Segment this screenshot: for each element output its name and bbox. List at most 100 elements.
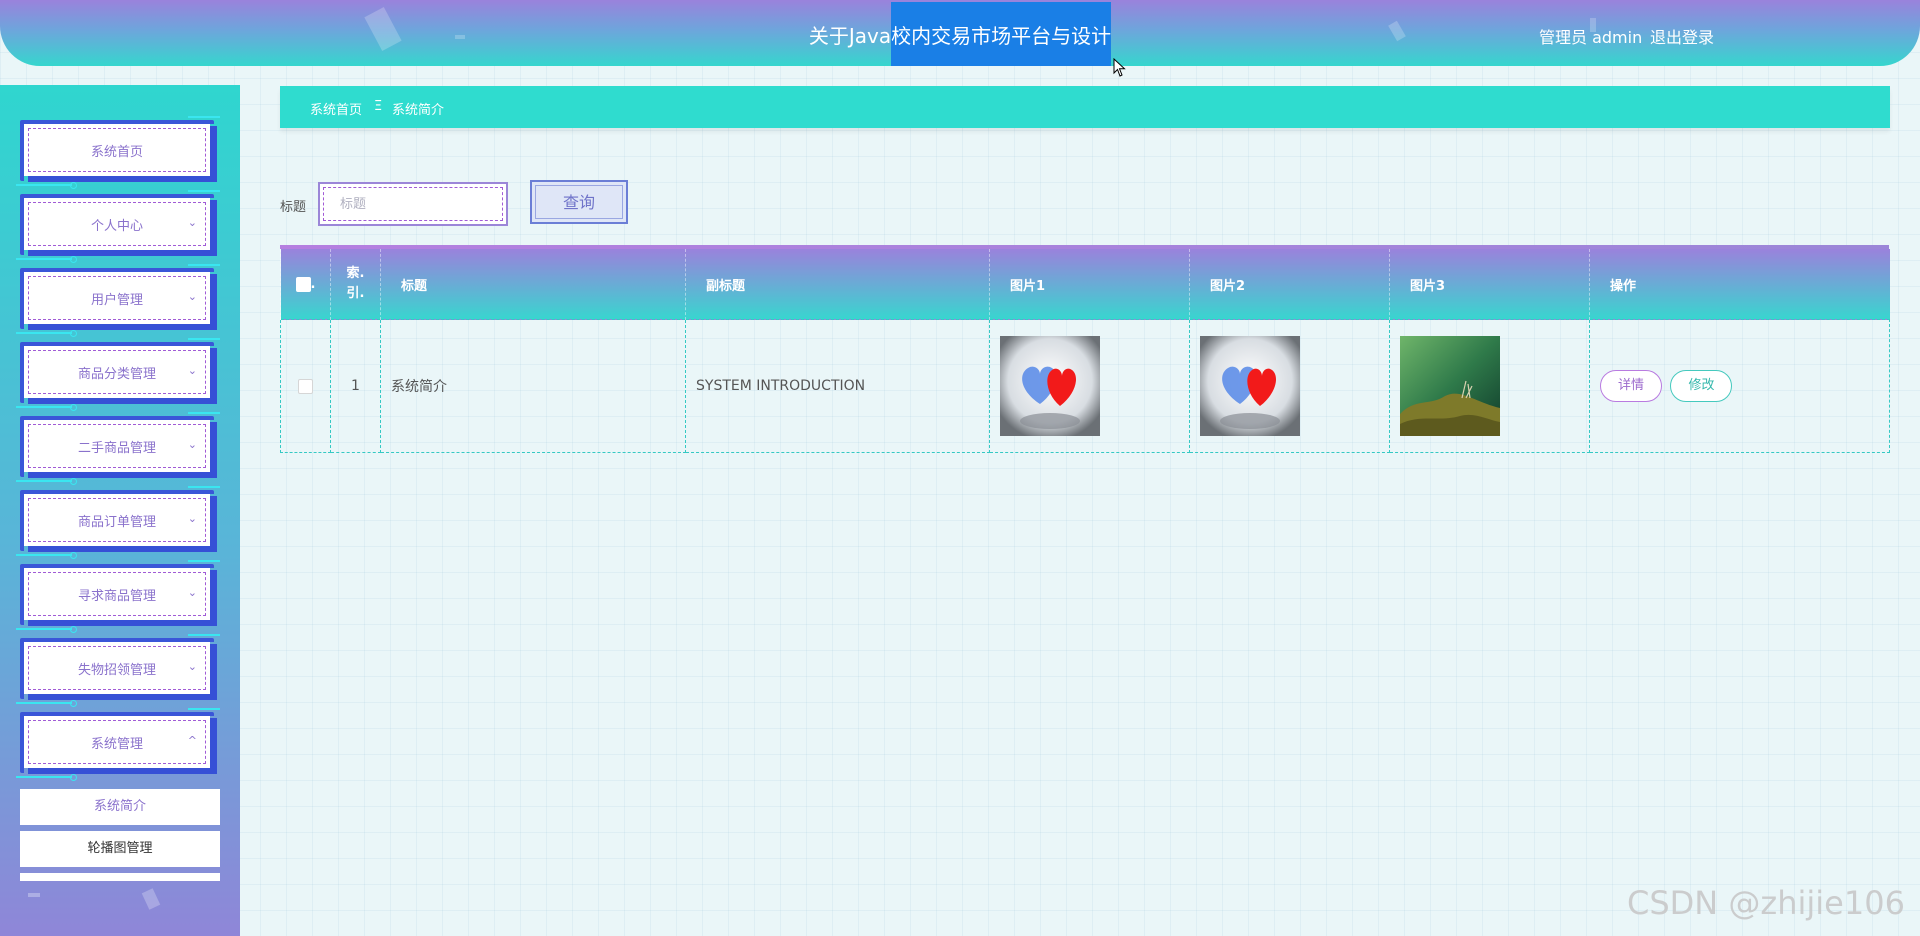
menu-item-box[interactable]: 二手商品管理 ⌄ bbox=[24, 420, 210, 472]
menu-deco-line bbox=[16, 332, 72, 334]
chevron-down-icon: ⌄ bbox=[187, 660, 197, 673]
sidebar-item-label: 商品分类管理 bbox=[77, 367, 156, 382]
sidebar-item-label: 二手商品管理 bbox=[77, 441, 156, 456]
menu-item-box[interactable]: 用户管理 ⌄ bbox=[24, 272, 210, 324]
sidebar-item-1[interactable]: 个人中心 ⌄ bbox=[16, 190, 220, 263]
chevron-down-icon: ⌄ bbox=[187, 512, 197, 525]
breadcrumb-home[interactable]: 系统首页 bbox=[310, 99, 362, 118]
sidebar-decoration bbox=[141, 888, 161, 910]
menu-deco-dot bbox=[70, 478, 77, 485]
menu-item-inner: 商品分类管理 ⌄ bbox=[28, 350, 206, 394]
sidebar-item-2[interactable]: 用户管理 ⌄ bbox=[16, 264, 220, 337]
menu-item-box[interactable]: 寻求商品管理 ⌄ bbox=[24, 568, 210, 620]
title-search-input[interactable]: 标题 bbox=[318, 182, 508, 226]
menu-deco-dot bbox=[70, 552, 77, 559]
menu-deco-dot bbox=[70, 626, 77, 633]
column-header-index-char1: 索 bbox=[346, 266, 360, 281]
sidebar-item-3[interactable]: 商品分类管理 ⌄ bbox=[16, 338, 220, 411]
breadcrumb-current: 系统简介 bbox=[392, 103, 445, 118]
search-placeholder: 标题 bbox=[323, 187, 503, 221]
sidebar-item-6[interactable]: 寻求商品管理 ⌄ bbox=[16, 560, 220, 633]
menu-deco-line bbox=[16, 406, 72, 408]
menu-item-inner: 失物招领管理 ⌄ bbox=[28, 646, 206, 690]
row-image3-cell bbox=[1389, 319, 1590, 453]
breadcrumb: 系统首页 Ξ 系统简介 bbox=[280, 86, 1890, 128]
top-header: 关于Java校内交易市场平台与设计 管理员 admin 退出登录 bbox=[0, 0, 1920, 66]
chevron-up-icon: ^ bbox=[187, 734, 197, 747]
menu-item-box[interactable]: 失物招领管理 ⌄ bbox=[24, 642, 210, 694]
search-label: 标题 bbox=[280, 200, 307, 215]
column-header-title: 标题 bbox=[380, 249, 686, 320]
menu-item-box[interactable]: 系统管理 ^ bbox=[24, 716, 210, 768]
chevron-down-icon: ⌄ bbox=[187, 586, 197, 599]
chevron-down-icon: ⌄ bbox=[187, 216, 197, 229]
sidebar-subitem-partial bbox=[20, 873, 220, 881]
menu-item-inner: 个人中心 ⌄ bbox=[28, 202, 206, 246]
app-title-selected: 校内交易市场平台与设计 bbox=[891, 2, 1112, 66]
mouse-cursor-icon bbox=[1113, 58, 1126, 77]
row-subtitle: SYSTEM INTRODUCTION bbox=[685, 319, 990, 453]
menu-item-box[interactable]: 商品订单管理 ⌄ bbox=[24, 494, 210, 546]
hearts-image[interactable] bbox=[1200, 336, 1300, 436]
sidebar-subitem-label: 系统简介 bbox=[93, 799, 146, 814]
menu-item-box[interactable]: 系统首页 bbox=[24, 124, 210, 176]
row-image2-cell bbox=[1189, 319, 1390, 453]
sidebar-item-8[interactable]: 系统管理 ^ bbox=[16, 708, 220, 781]
menu-item-box[interactable]: 个人中心 ⌄ bbox=[24, 198, 210, 250]
row-index: 1 bbox=[330, 319, 381, 453]
menu-deco-line bbox=[188, 412, 220, 414]
chevron-down-icon: ⌄ bbox=[187, 438, 197, 451]
sidebar-item-label: 失物招领管理 bbox=[77, 663, 156, 678]
menu-deco-dot bbox=[70, 404, 77, 411]
sidebar-item-label: 用户管理 bbox=[90, 293, 143, 308]
column-header-image1: 图片1 bbox=[989, 249, 1190, 320]
menu-deco-dot bbox=[70, 182, 77, 189]
column-header-index-char2: 引 bbox=[346, 286, 360, 301]
sidebar-subitem-system-intro[interactable]: 系统简介 bbox=[20, 789, 220, 825]
menu-deco-line bbox=[188, 190, 220, 192]
hearts-image[interactable] bbox=[1000, 336, 1100, 436]
sidebar-item-0[interactable]: 系统首页 bbox=[16, 116, 220, 189]
menu-deco-dot bbox=[70, 330, 77, 337]
sidebar-subitem-label: 轮播图管理 bbox=[87, 841, 153, 856]
column-header-image2: 图片2 bbox=[1189, 249, 1390, 320]
menu-item-inner: 用户管理 ⌄ bbox=[28, 276, 206, 320]
menu-deco-line bbox=[16, 258, 72, 260]
menu-deco-dot bbox=[70, 774, 77, 781]
row-title: 系统简介 bbox=[380, 319, 686, 453]
table-header-row: . 索. 引. 标题 副标题 图片1 图片2 图片3 操作 bbox=[280, 249, 1890, 320]
detail-button[interactable]: 详情 bbox=[1600, 370, 1662, 402]
column-header-actions: 操作 bbox=[1589, 249, 1890, 320]
column-header-index: 索. 引. bbox=[330, 249, 381, 320]
menu-deco-line bbox=[16, 554, 72, 556]
sidebar-subitem-carousel[interactable]: 轮播图管理 bbox=[20, 831, 220, 867]
sidebar-item-5[interactable]: 商品订单管理 ⌄ bbox=[16, 486, 220, 559]
logout-button[interactable]: 退出登录 bbox=[1650, 24, 1714, 48]
menu-deco-line bbox=[188, 708, 220, 710]
column-header-image3: 图片3 bbox=[1389, 249, 1590, 320]
table-row: 1 系统简介 SYSTEM INTRODUCTION 详情 修改 bbox=[280, 319, 1890, 453]
row-checkbox-cell[interactable] bbox=[280, 319, 331, 453]
column-header-subtitle: 副标题 bbox=[685, 249, 990, 320]
menu-item-inner: 二手商品管理 ⌄ bbox=[28, 424, 206, 468]
sidebar-item-4[interactable]: 二手商品管理 ⌄ bbox=[16, 412, 220, 485]
select-all-checkbox[interactable] bbox=[295, 276, 311, 292]
select-all-header[interactable]: . bbox=[280, 249, 331, 320]
row-image1-cell bbox=[989, 319, 1190, 453]
breadcrumb-separator-icon: Ξ bbox=[374, 99, 383, 114]
sidebar-item-label: 系统管理 bbox=[90, 737, 143, 752]
row-checkbox[interactable] bbox=[298, 378, 313, 394]
menu-item-inner: 系统管理 ^ bbox=[28, 720, 206, 764]
menu-deco-line bbox=[16, 776, 72, 778]
moss-image[interactable] bbox=[1400, 336, 1500, 436]
edit-button[interactable]: 修改 bbox=[1670, 370, 1733, 402]
data-table: . 索. 引. 标题 副标题 图片1 图片2 图片3 操作 1 系统简介 SYS… bbox=[280, 245, 1890, 453]
sidebar-item-7[interactable]: 失物招领管理 ⌄ bbox=[16, 634, 220, 707]
menu-item-box[interactable]: 商品分类管理 ⌄ bbox=[24, 346, 210, 398]
sidebar-decoration bbox=[28, 893, 40, 897]
menu-deco-dot bbox=[70, 256, 77, 263]
menu-deco-line bbox=[16, 628, 72, 630]
menu-deco-line bbox=[188, 560, 220, 562]
row-actions-cell: 详情 修改 bbox=[1589, 319, 1890, 453]
search-button[interactable]: 查询 bbox=[530, 180, 628, 224]
